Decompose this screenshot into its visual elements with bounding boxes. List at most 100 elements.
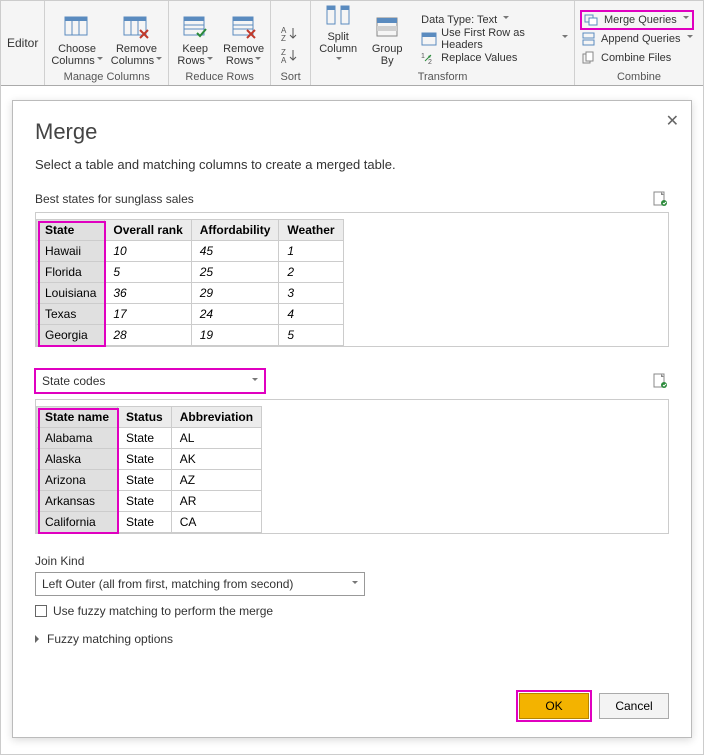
join-kind-label: Join Kind xyxy=(35,554,669,568)
replace-icon: 12 xyxy=(421,50,437,66)
manage-columns-group-label: Manage Columns xyxy=(64,69,150,85)
merge-queries-icon xyxy=(584,12,600,28)
dropdown-caret-icon xyxy=(250,374,258,388)
table-cell: 5 xyxy=(105,262,191,283)
reduce-rows-group-label: Reduce Rows xyxy=(185,69,253,85)
replace-values-button[interactable]: 12 Replace Values xyxy=(421,49,568,67)
choose-columns-button[interactable]: Choose Columns xyxy=(47,9,106,69)
column-header[interactable]: Abbreviation xyxy=(171,407,261,428)
table-cell: Alaska xyxy=(37,449,118,470)
editor-tab-label: Editor xyxy=(1,1,45,85)
table-cell: AL xyxy=(171,428,261,449)
ribbon-group-transform: Split Column Group By Data Type: Text Us… xyxy=(311,1,575,85)
table-cell: AK xyxy=(171,449,261,470)
sort-group-label: Sort xyxy=(281,69,301,85)
fuzzy-options-expander[interactable]: Fuzzy matching options xyxy=(35,632,669,646)
remove-columns-icon xyxy=(120,11,152,43)
table1-caption: Best states for sunglass sales xyxy=(35,192,194,206)
split-column-button[interactable]: Split Column xyxy=(313,0,363,69)
table-row[interactable]: Georgia28195 xyxy=(37,325,344,346)
table1-preview[interactable]: StateOverall rankAffordabilityWeatherHaw… xyxy=(35,212,669,347)
append-queries-label: Append Queries xyxy=(601,33,681,45)
second-table-select[interactable]: State codes xyxy=(35,369,265,393)
table-cell: 3 xyxy=(279,283,343,304)
combine-group-label: Combine xyxy=(617,69,661,85)
table-cell: AR xyxy=(171,491,261,512)
table-header-icon xyxy=(421,31,437,47)
cancel-button[interactable]: Cancel xyxy=(599,693,669,719)
table-row[interactable]: AlaskaStateAK xyxy=(37,449,262,470)
use-first-row-button[interactable]: Use First Row as Headers xyxy=(421,30,568,48)
ok-label: OK xyxy=(545,699,562,713)
refresh-preview-icon[interactable] xyxy=(651,190,669,208)
table-cell: 36 xyxy=(105,283,191,304)
table-cell: State xyxy=(118,470,172,491)
table-row[interactable]: Hawaii10451 xyxy=(37,241,344,262)
table-row[interactable]: Louisiana36293 xyxy=(37,283,344,304)
refresh-preview-icon-2[interactable] xyxy=(651,372,669,390)
combine-files-button[interactable]: Combine Files xyxy=(581,49,693,67)
dropdown-caret-icon xyxy=(350,577,358,591)
merge-queries-button[interactable]: Merge Queries xyxy=(581,11,693,29)
table-cell: Texas xyxy=(37,304,105,325)
column-header[interactable]: State xyxy=(37,220,105,241)
remove-rows-button[interactable]: Remove Rows xyxy=(219,9,268,69)
replace-values-label: Replace Values xyxy=(441,52,517,64)
column-header[interactable]: Overall rank xyxy=(105,220,191,241)
use-first-row-label: Use First Row as Headers xyxy=(441,27,556,51)
table-cell: Hawaii xyxy=(37,241,105,262)
keep-rows-button[interactable]: Keep Rows xyxy=(171,9,219,69)
data-type-label: Data Type: Text xyxy=(421,14,497,26)
table-cell: 17 xyxy=(105,304,191,325)
dialog-title: Merge xyxy=(35,119,669,145)
svg-text:A: A xyxy=(281,56,287,65)
table-cell: Louisiana xyxy=(37,283,105,304)
table-row[interactable]: CaliforniaStateCA xyxy=(37,512,262,533)
ok-button[interactable]: OK xyxy=(519,693,589,719)
table-row[interactable]: ArizonaStateAZ xyxy=(37,470,262,491)
fuzzy-matching-checkbox[interactable]: Use fuzzy matching to perform the merge xyxy=(35,604,669,618)
column-header[interactable]: Affordability xyxy=(191,220,279,241)
dialog-subtitle: Select a table and matching columns to c… xyxy=(35,157,669,172)
column-header[interactable]: Status xyxy=(118,407,172,428)
table-cell: 2 xyxy=(279,262,343,283)
fuzzy-matching-label: Use fuzzy matching to perform the merge xyxy=(53,604,273,618)
table-cell: 45 xyxy=(191,241,279,262)
ribbon-group-sort: AZ ZA Sort xyxy=(271,1,311,85)
sort-asc-icon: AZ xyxy=(281,25,301,43)
choose-columns-label: Choose Columns xyxy=(51,43,102,67)
keep-rows-icon xyxy=(179,11,211,43)
sort-desc-button[interactable]: ZA xyxy=(281,47,301,65)
group-by-button[interactable]: Group By xyxy=(363,9,411,69)
second-table-select-value: State codes xyxy=(42,374,105,388)
table-cell: CA xyxy=(171,512,261,533)
table-cell: 24 xyxy=(191,304,279,325)
table-cell: Arkansas xyxy=(37,491,118,512)
remove-rows-icon xyxy=(228,11,260,43)
table-cell: Alabama xyxy=(37,428,118,449)
column-header[interactable]: State name xyxy=(37,407,118,428)
table-cell: Florida xyxy=(37,262,105,283)
merge-dialog: ✕ Merge Select a table and matching colu… xyxy=(12,100,692,738)
svg-text:2: 2 xyxy=(428,59,432,65)
table-row[interactable]: AlabamaStateAL xyxy=(37,428,262,449)
ribbon-group-manage-columns: Choose Columns Remove Columns Manage Col… xyxy=(45,1,169,85)
table-row[interactable]: ArkansasStateAR xyxy=(37,491,262,512)
remove-columns-button[interactable]: Remove Columns xyxy=(107,9,166,69)
close-button[interactable]: ✕ xyxy=(666,111,679,131)
table-row[interactable]: Florida5252 xyxy=(37,262,344,283)
cancel-label: Cancel xyxy=(615,699,652,713)
combine-files-icon xyxy=(581,50,597,66)
table-cell: 29 xyxy=(191,283,279,304)
checkbox-icon xyxy=(35,605,47,617)
group-by-label: Group By xyxy=(372,43,403,67)
append-queries-button[interactable]: Append Queries xyxy=(581,30,693,48)
table2-preview[interactable]: State nameStatusAbbreviationAlabamaState… xyxy=(35,399,669,534)
table-cell: State xyxy=(118,449,172,470)
sort-asc-button[interactable]: AZ xyxy=(281,25,301,43)
table-row[interactable]: Texas17244 xyxy=(37,304,344,325)
append-queries-icon xyxy=(581,31,597,47)
ribbon-group-combine: Merge Queries Append Queries Combine Fil… xyxy=(575,1,703,85)
join-kind-select[interactable]: Left Outer (all from first, matching fro… xyxy=(35,572,365,596)
column-header[interactable]: Weather xyxy=(279,220,343,241)
